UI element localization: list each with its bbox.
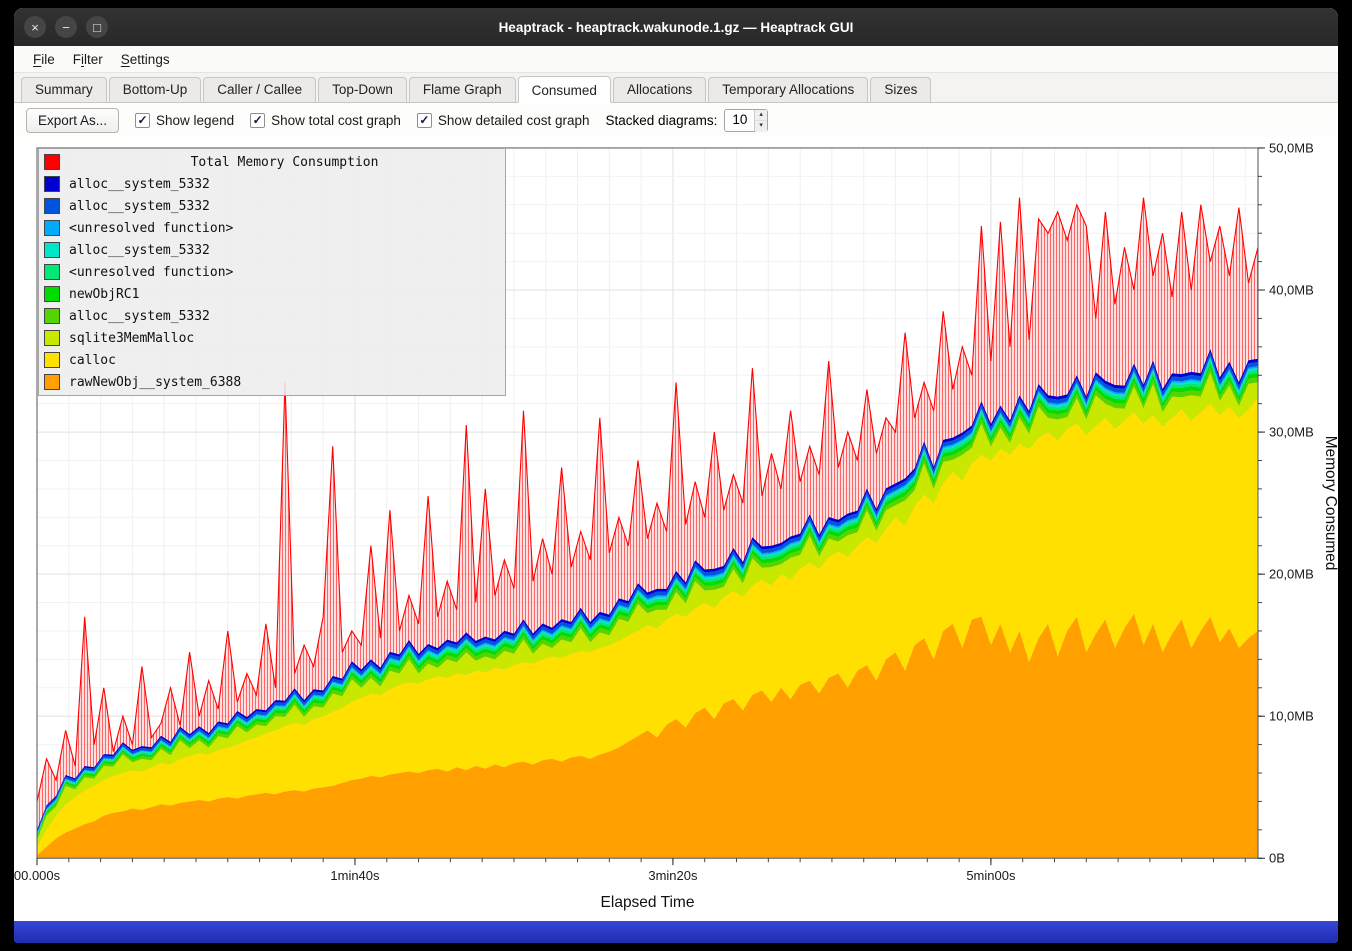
legend-swatch (44, 242, 60, 258)
legend-label: newObjRC1 (69, 287, 139, 302)
x-tick-label: 1min40s (330, 868, 380, 883)
legend-swatch (44, 330, 60, 346)
legend-swatch (44, 264, 60, 280)
spin-down-icon[interactable]: ▾ (755, 121, 767, 132)
stacked-diagrams-label: Stacked diagrams: (606, 113, 718, 128)
legend-entry: newObjRC1 (44, 283, 500, 305)
toolbar: Export As... ✓ Show legend ✓ Show total cos… (14, 103, 1338, 137)
checkbox-label: Show detailed cost graph (438, 113, 590, 128)
legend-entry: calloc (44, 349, 500, 371)
y-tick-label: 30,0MB (1269, 425, 1314, 440)
legend-title: Total Memory Consumption (69, 155, 500, 170)
checkmark-icon: ✓ (250, 113, 265, 128)
checkmark-icon: ✓ (135, 113, 150, 128)
spin-up-icon[interactable]: ▴ (755, 110, 767, 122)
y-tick-label: 20,0MB (1269, 567, 1314, 582)
y-axis-title: Memory Consumed (1322, 436, 1338, 571)
legend-swatch (44, 198, 60, 214)
tab-summary[interactable]: Summary (21, 77, 107, 102)
legend-label: <unresolved function> (69, 265, 233, 280)
legend-entry: <unresolved function> (44, 261, 500, 283)
legend-entry: alloc__system_5332 (44, 173, 500, 195)
tab-consumed[interactable]: Consumed (518, 76, 611, 103)
legend-swatch (44, 286, 60, 302)
window-title: Heaptrack - heaptrack.wakunode.1.gz — He… (14, 20, 1338, 35)
checkmark-icon: ✓ (417, 113, 432, 128)
tab-caller-callee[interactable]: Caller / Callee (203, 77, 316, 102)
tab-top-down[interactable]: Top-Down (318, 77, 407, 102)
legend-entry: alloc__system_5332 (44, 239, 500, 261)
legend-swatch (44, 374, 60, 390)
legend-label: alloc__system_5332 (69, 199, 210, 214)
legend-swatch (44, 176, 60, 192)
menu-settings[interactable]: Settings (112, 49, 179, 70)
chart-area[interactable]: 00.000s 1min40s 3min20s 5min00s 0B 10,0MB 20,0… (14, 137, 1338, 921)
legend-swatch (44, 220, 60, 236)
chart-legend: Total Memory Consumption alloc__system_53… (38, 148, 506, 396)
menu-filter[interactable]: Filter (64, 49, 112, 70)
tab-bar: SummaryBottom-UpCaller / CalleeTop-DownF… (14, 73, 1338, 103)
legend-swatch (44, 352, 60, 368)
checkbox-label: Show total cost graph (271, 113, 401, 128)
legend-label: calloc (69, 353, 116, 368)
close-button-icon[interactable]: × (24, 16, 46, 38)
titlebar[interactable]: ×−□ Heaptrack - heaptrack.wakunode.1.gz … (14, 8, 1338, 46)
legend-entry: alloc__system_5332 (44, 195, 500, 217)
menu-file[interactable]: File (24, 49, 64, 70)
legend-swatch (44, 308, 60, 324)
legend-label: alloc__system_5332 (69, 309, 210, 324)
y-tick-label: 40,0MB (1269, 283, 1314, 298)
y-tick-label: 0B (1269, 851, 1285, 866)
checkbox-label: Show legend (156, 113, 234, 128)
legend-label: alloc__system_5332 (69, 177, 210, 192)
legend-entry: sqlite3MemMalloc (44, 327, 500, 349)
checkbox-show-total-cost-graph[interactable]: ✓ Show total cost graph (250, 113, 401, 128)
tab-allocations[interactable]: Allocations (613, 77, 706, 102)
stacked-diagrams-spinbox[interactable]: 10 ▴ ▾ (724, 109, 768, 132)
tab-bottom-up[interactable]: Bottom-Up (109, 77, 202, 102)
bottom-bar (14, 921, 1338, 943)
tab-flame-graph[interactable]: Flame Graph (409, 77, 516, 102)
y-tick-label: 10,0MB (1269, 709, 1314, 724)
legend-title-row: Total Memory Consumption (44, 151, 500, 173)
legend-entry: rawNewObj__system_6388 (44, 371, 500, 393)
minimize-button-icon[interactable]: − (55, 16, 77, 38)
x-axis-title: Elapsed Time (601, 894, 695, 911)
maximize-button-icon[interactable]: □ (86, 16, 108, 38)
legend-label: alloc__system_5332 (69, 243, 210, 258)
y-tick-label: 50,0MB (1269, 140, 1314, 155)
legend-label: rawNewObj__system_6388 (69, 375, 241, 390)
x-tick-label: 3min20s (648, 868, 698, 883)
legend-entry: <unresolved function> (44, 217, 500, 239)
heaptrack-window: ×−□ Heaptrack - heaptrack.wakunode.1.gz … (14, 8, 1338, 943)
menu-bar: FileFilterSettings (14, 46, 1338, 73)
tab-temporary-allocations[interactable]: Temporary Allocations (708, 77, 868, 102)
stacked-diagrams-value: 10 (725, 110, 754, 131)
export-as-button[interactable]: Export As... (26, 108, 119, 133)
tab-sizes[interactable]: Sizes (870, 77, 931, 102)
checkbox-show-detailed-cost-graph[interactable]: ✓ Show detailed cost graph (417, 113, 590, 128)
x-tick-label: 5min00s (966, 868, 1016, 883)
x-tick-label: 00.000s (14, 868, 61, 883)
checkbox-show-legend[interactable]: ✓ Show legend (135, 113, 234, 128)
legend-swatch (44, 154, 60, 170)
legend-entry: alloc__system_5332 (44, 305, 500, 327)
legend-label: sqlite3MemMalloc (69, 331, 194, 346)
legend-label: <unresolved function> (69, 221, 233, 236)
